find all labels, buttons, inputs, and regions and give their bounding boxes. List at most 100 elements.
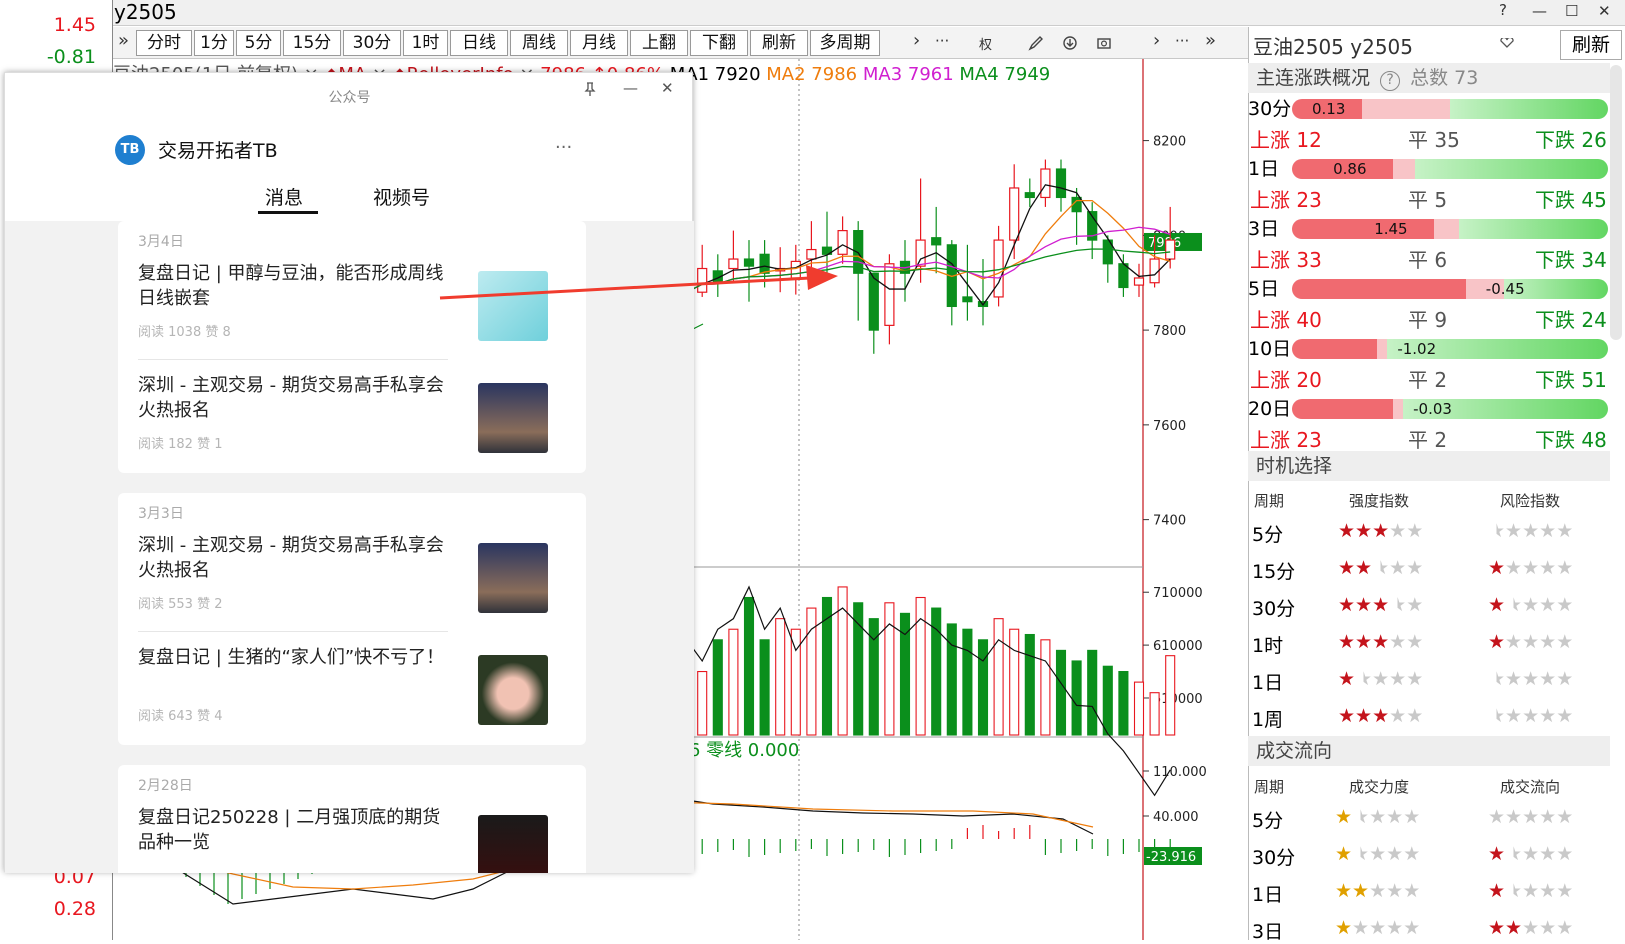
volume-bar: [728, 628, 739, 736]
rights-adjust-button[interactable]: 权: [979, 34, 992, 53]
period-label: 3日: [1248, 218, 1280, 240]
tab-active-indicator: [258, 211, 318, 214]
article-title[interactable]: 复盘日记250228 | 二月强顶底的期货品种一览: [138, 805, 458, 855]
article-thumbnail[interactable]: [478, 543, 548, 613]
scroll-right-icon[interactable]: ›: [1153, 30, 1160, 51]
left-value: 0.28: [53, 898, 96, 920]
candle: [743, 258, 755, 267]
macd-current-label: -23.916: [1146, 850, 1196, 865]
volume-bar: [697, 670, 708, 736]
popup-minimize-button[interactable]: —: [623, 79, 638, 97]
close-button[interactable]: ✕: [1598, 2, 1611, 20]
volume-tick-label: 610000: [1153, 639, 1203, 654]
maximize-button[interactable]: ☐: [1565, 2, 1578, 20]
article-title[interactable]: 深圳 - 主观交易 - 期货交易高手私享会火热报名: [138, 373, 458, 423]
message-date: 3月4日: [138, 234, 184, 250]
article-thumbnail[interactable]: [478, 271, 548, 341]
candle: [931, 237, 942, 246]
account-more-icon[interactable]: ···: [555, 137, 572, 158]
timing-period: 1日: [1252, 672, 1284, 694]
period-button[interactable]: 多周期: [810, 30, 880, 56]
tab-video[interactable]: 视频号: [373, 183, 430, 210]
flow-stars: ★★★★★: [1488, 880, 1574, 902]
volume-bar: [962, 628, 973, 736]
volume-bar: [1009, 628, 1020, 736]
volume-bar: [837, 586, 848, 736]
risk-stars: ★★★★★: [1488, 520, 1574, 542]
volume-bar: [790, 628, 801, 736]
right-refresh-button[interactable]: 刷新: [1560, 30, 1622, 60]
message-date: 3月3日: [138, 506, 184, 522]
period-bar: [1292, 219, 1608, 239]
flow-period: 1日: [1252, 884, 1284, 906]
toolbar-expand-icon[interactable]: »: [118, 30, 129, 51]
period-button[interactable]: 1分: [194, 30, 234, 56]
period-button[interactable]: 1时: [403, 30, 448, 56]
period-button[interactable]: 日线: [450, 30, 508, 56]
message-date: 2月28日: [138, 778, 193, 794]
minimize-button[interactable]: —: [1532, 2, 1547, 20]
pin-icon[interactable]: [583, 81, 597, 97]
power-stars: ★★★★★: [1335, 806, 1421, 828]
right-scrollbar[interactable]: [1610, 65, 1622, 340]
candle: [915, 239, 926, 267]
bar-up: [1292, 219, 1435, 239]
candle: [759, 253, 770, 274]
macd-tick-label: 110.000: [1153, 765, 1207, 780]
candle: [790, 260, 801, 279]
bar-flat: [1434, 219, 1460, 239]
toolbar-collapse-icon[interactable]: »: [1205, 30, 1216, 51]
article-title[interactable]: 复盘日记 | 甲醇与豆油，能否形成周线日线嵌套: [138, 261, 458, 311]
candle: [1040, 168, 1051, 199]
period-button[interactable]: 5分: [236, 30, 281, 56]
period-button[interactable]: 15分: [283, 30, 341, 56]
price-tick-label: 8200: [1153, 135, 1186, 150]
message-list[interactable]: 3月4日 复盘日记 | 甲醇与豆油，能否形成周线日线嵌套 阅读 1038 赞 8 深圳…: [5, 221, 694, 873]
draw-pen-icon[interactable]: [1028, 35, 1044, 51]
download-icon[interactable]: [1062, 35, 1078, 51]
overflow-dots[interactable]: ···: [935, 32, 949, 50]
period-button[interactable]: 月线: [570, 30, 628, 56]
period-button[interactable]: 上翻: [630, 30, 688, 56]
volume-bar: [1118, 670, 1129, 736]
up-count: 上涨 33: [1250, 248, 1322, 272]
screenshot-icon[interactable]: [1096, 35, 1112, 51]
overflow-dots-2[interactable]: ···: [1175, 32, 1189, 50]
heart-icon[interactable]: [1500, 38, 1514, 48]
down-count: 下跌 26: [1535, 128, 1607, 152]
period-button[interactable]: 分时: [136, 30, 192, 56]
article-thumbnail[interactable]: [478, 815, 548, 873]
strength-stars: ★★★★★: [1338, 668, 1424, 690]
more-icon[interactable]: ›: [913, 30, 920, 51]
period-change: -1.02: [1397, 340, 1437, 358]
power-stars: ★★★★★: [1335, 843, 1421, 865]
period-button[interactable]: 下翻: [690, 30, 748, 56]
summary-help-icon[interactable]: ?: [1380, 71, 1401, 91]
tab-messages[interactable]: 消息: [265, 183, 303, 210]
volume-bar: [993, 618, 1004, 736]
timing-header: 风险指数: [1500, 492, 1561, 510]
popup-close-button[interactable]: ✕: [661, 79, 674, 97]
period-label: 5日: [1248, 278, 1280, 300]
flow-stars: ★★★★★: [1488, 806, 1574, 828]
article-title[interactable]: 深圳 - 主观交易 - 期货交易高手私享会火热报名: [138, 533, 458, 583]
candle: [1055, 168, 1067, 199]
wechat-official-account-popup[interactable]: 公众号 — ✕ TB 交易开拓者TB ··· 消息 视频号 3月4日 复盘日记 |…: [4, 72, 694, 873]
volume-tick-label: 710000: [1153, 586, 1203, 601]
period-button[interactable]: 30分: [343, 30, 401, 56]
period-button[interactable]: 刷新: [750, 30, 808, 56]
article-thumbnail[interactable]: [478, 655, 548, 725]
candle: [1133, 277, 1145, 286]
period-button[interactable]: 周线: [510, 30, 568, 56]
volume-bar: [712, 639, 723, 736]
left-value: -0.81: [46, 46, 96, 68]
article-thumbnail[interactable]: [478, 383, 548, 453]
left-value: 1.45: [53, 14, 96, 36]
message-card: 2月28日复盘日记250228 | 二月强顶底的期货品种一览: [118, 765, 586, 873]
volume-bar: [743, 596, 755, 736]
article-title[interactable]: 复盘日记 | 生猪的“家人们”快不亏了！: [138, 645, 458, 670]
period-change: 1.45: [1374, 220, 1408, 238]
timing-section-header: 时机选择: [1248, 451, 1610, 481]
help-icon[interactable]: ?: [1499, 1, 1507, 19]
window-title: y2505: [114, 0, 177, 24]
